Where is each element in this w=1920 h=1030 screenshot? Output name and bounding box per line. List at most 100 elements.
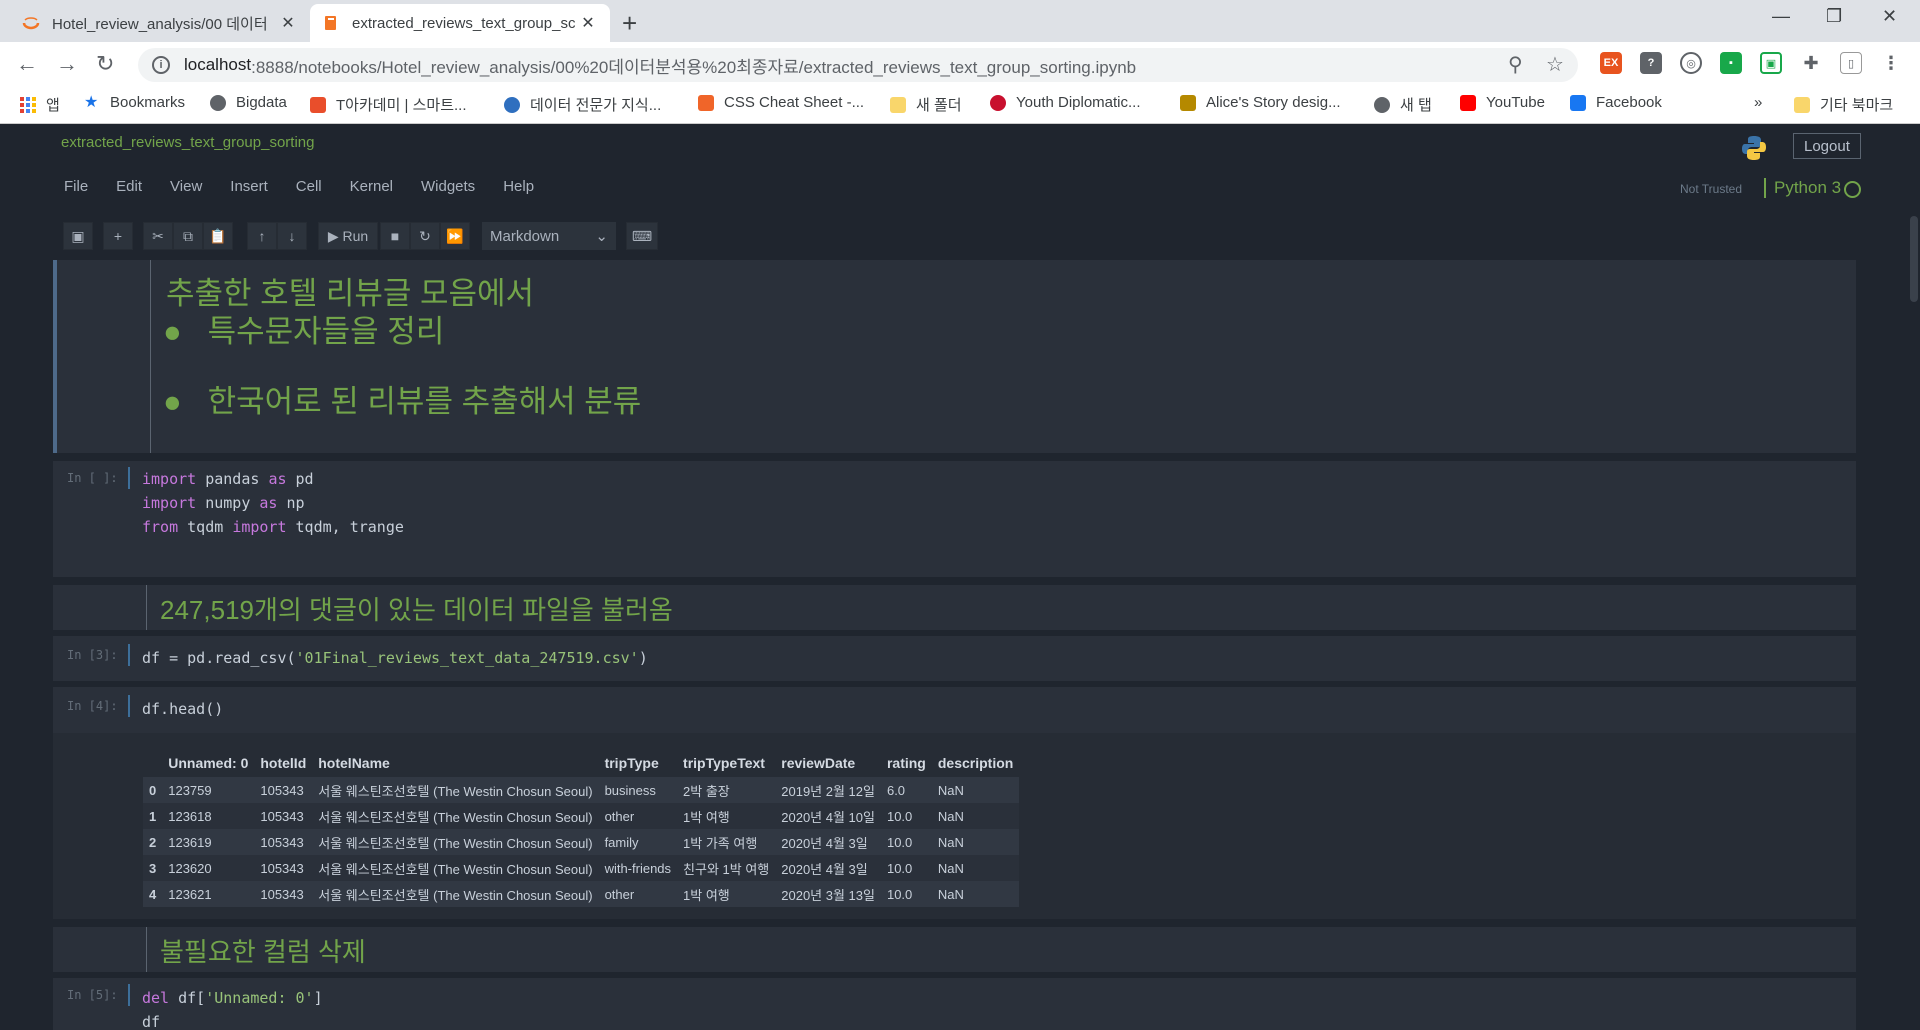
table-cell: 123619: [162, 829, 255, 855]
save-icon[interactable]: ▣: [63, 222, 93, 250]
bookmark-tacademy[interactable]: T아카데미 | 스마트...: [310, 94, 467, 115]
code-keyword: import: [232, 518, 287, 536]
table-cell: 1박 가족 여행: [677, 829, 776, 855]
close-window-button[interactable]: ✕: [1882, 6, 1897, 27]
globe-icon: [210, 94, 226, 111]
tab-hotel-review[interactable]: Hotel_review_analysis/00 데이터 ✕: [10, 4, 310, 42]
markdown-cell[interactable]: 추출한 호텔 리뷰글 모음에서 ● 특수문자들을 정리 ● 한국어로 된 리뷰를…: [53, 260, 1856, 453]
info-icon[interactable]: i: [152, 56, 170, 74]
menu-dots-icon[interactable]: ⋮: [1880, 52, 1902, 74]
bookmarks-overflow-button[interactable]: »: [1754, 94, 1762, 111]
extension-help-icon[interactable]: ?: [1640, 52, 1662, 74]
close-icon[interactable]: ✕: [278, 13, 298, 33]
code-cell[interactable]: In [5]: del df['Unnamed: 0'] df: [53, 978, 1856, 1030]
code-input[interactable]: df = pd.read_csv('01Final_reviews_text_d…: [142, 646, 648, 670]
menu-file[interactable]: File: [50, 178, 102, 195]
bookmark-css-cheat-sheet[interactable]: CSS Cheat Sheet -...: [698, 94, 864, 111]
extension-ex-icon[interactable]: EX: [1600, 52, 1622, 74]
vertical-scrollbar[interactable]: [1908, 216, 1920, 1030]
star-icon[interactable]: ☆: [1546, 52, 1564, 77]
data-expert-icon: [504, 96, 520, 113]
minimize-button[interactable]: —: [1772, 6, 1790, 27]
bookmark-alices-story[interactable]: Alice's Story desig...: [1180, 94, 1341, 111]
extension-circle-icon[interactable]: ◎: [1680, 52, 1702, 74]
tab-extracted-reviews[interactable]: extracted_reviews_text_group_sc ✕: [310, 4, 610, 42]
fast-forward-icon[interactable]: ⏩: [440, 222, 470, 250]
extension-tv-icon[interactable]: ▣: [1760, 52, 1782, 74]
code-input[interactable]: df.head(): [142, 697, 223, 721]
code-cell[interactable]: In [4]: df.head() Unnamed: 0 hotelId hot…: [53, 687, 1856, 919]
markdown-bullet: ● 특수문자들을 정리: [163, 306, 444, 351]
bookmark-data-expert[interactable]: 데이터 전문가 지식...: [504, 94, 661, 115]
close-icon[interactable]: ✕: [578, 13, 598, 33]
bookmark-bookmarks[interactable]: ★ Bookmarks: [84, 94, 185, 111]
address-bar[interactable]: i localhost:8888/notebooks/Hotel_review_…: [138, 48, 1578, 82]
flag-icon: [990, 94, 1006, 111]
logout-button[interactable]: Logout: [1793, 133, 1861, 159]
table-cell: 서울 웨스틴조선호텔 (The Westin Chosun Seoul): [312, 829, 599, 855]
extension-device-icon[interactable]: ▯: [1840, 52, 1862, 74]
bookmark-label: CSS Cheat Sheet -...: [724, 94, 865, 111]
bookmark-bigdata[interactable]: Bigdata: [210, 94, 287, 111]
cell-divider: [146, 927, 147, 972]
maximize-button[interactable]: ❐: [1826, 6, 1842, 27]
move-up-icon[interactable]: ↑: [247, 222, 277, 250]
copy-icon[interactable]: ⧉: [173, 222, 203, 250]
table-cell: NaN: [931, 881, 1020, 907]
bookmark-label: T아카데미 | 스마트...: [336, 97, 467, 114]
zoom-icon[interactable]: ⚲: [1508, 52, 1523, 77]
menu-cell[interactable]: Cell: [282, 178, 336, 195]
notebook-title[interactable]: extracted_reviews_text_group_sorting: [61, 134, 314, 151]
move-down-icon[interactable]: ↓: [277, 222, 307, 250]
insert-cell-icon[interactable]: +: [103, 222, 133, 250]
bookmark-youth-diplomatic[interactable]: Youth Diplomatic...: [990, 94, 1141, 111]
bookmark-label: YouTube: [1486, 94, 1545, 111]
table-cell: 서울 웨스틴조선호텔 (The Westin Chosun Seoul): [312, 803, 599, 829]
table-cell: 10.0: [880, 829, 932, 855]
menu-help[interactable]: Help: [489, 178, 548, 195]
not-trusted-badge[interactable]: Not Trusted: [1680, 182, 1742, 196]
new-tab-button[interactable]: +: [622, 8, 637, 39]
facebook-icon: [1570, 94, 1586, 111]
restart-icon[interactable]: ↻: [410, 222, 440, 250]
code-string: '01Final_reviews_text_data_247519.csv': [295, 649, 639, 667]
run-button[interactable]: ▶ Run: [318, 222, 378, 250]
bookmark-apps[interactable]: 앱: [20, 94, 60, 115]
apps-grid-icon: [20, 96, 36, 113]
stop-icon[interactable]: ■: [380, 222, 410, 250]
scrollbar-thumb[interactable]: [1910, 216, 1918, 302]
html5-icon: [698, 94, 714, 111]
bookmark-other[interactable]: 기타 북마크: [1794, 94, 1893, 115]
bookmark-new-tab[interactable]: 새 탭: [1374, 94, 1432, 115]
code-text: ]: [313, 989, 323, 1007]
bookmark-label: 앱: [46, 97, 60, 114]
markdown-cell[interactable]: 247,519개의 댓글이 있는 데이터 파일을 불러옴: [53, 585, 1856, 630]
bookmark-facebook[interactable]: Facebook: [1570, 94, 1662, 111]
back-icon[interactable]: ←: [16, 51, 38, 77]
reload-icon[interactable]: ↻: [96, 51, 114, 77]
bookmark-new-folder[interactable]: 새 폴더: [890, 94, 962, 115]
code-cell[interactable]: In [ ]: import pandas as pd import numpy…: [53, 461, 1856, 577]
code-input[interactable]: del df['Unnamed: 0'] df: [142, 986, 323, 1030]
cell-type-select[interactable]: Markdown ⌄: [482, 222, 616, 250]
table-cell: family: [598, 829, 678, 855]
markdown-cell[interactable]: 불필요한 컬럼 삭제: [53, 927, 1856, 972]
menu-kernel[interactable]: Kernel: [336, 178, 407, 195]
paste-icon[interactable]: 📋: [203, 222, 233, 250]
bullet-icon: ●: [163, 384, 182, 419]
menu-insert[interactable]: Insert: [216, 178, 282, 195]
kernel-idle-indicator-icon: [1844, 181, 1861, 198]
keyboard-icon[interactable]: ⌨: [626, 222, 658, 250]
column-header: hotelId: [260, 755, 307, 771]
forward-icon[interactable]: →: [56, 51, 78, 77]
extension-green-icon[interactable]: ▪: [1720, 52, 1742, 74]
puzzle-icon[interactable]: ✚: [1800, 52, 1822, 74]
code-cell[interactable]: In [3]: df = pd.read_csv('01Final_review…: [53, 636, 1856, 681]
table-header-row: Unnamed: 0 hotelId hotelName tripType tr…: [143, 749, 1019, 777]
menu-view[interactable]: View: [156, 178, 216, 195]
bookmark-youtube[interactable]: YouTube: [1460, 94, 1545, 111]
cut-icon[interactable]: ✂: [143, 222, 173, 250]
menu-edit[interactable]: Edit: [102, 178, 156, 195]
code-input[interactable]: import pandas as pd import numpy as np f…: [142, 467, 404, 539]
menu-widgets[interactable]: Widgets: [407, 178, 489, 195]
